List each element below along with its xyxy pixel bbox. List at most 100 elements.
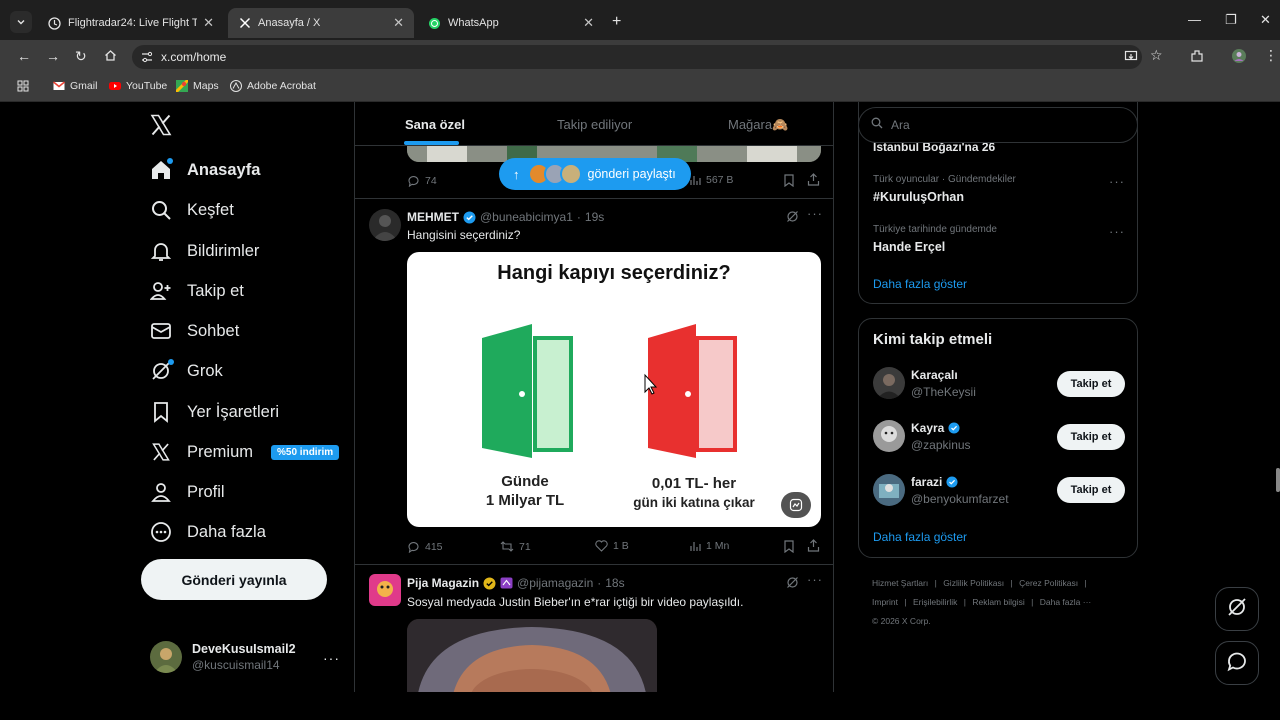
follow-button[interactable]: Takip et bbox=[1057, 371, 1125, 397]
bookmark-acrobat[interactable]: Adobe Acrobat bbox=[230, 80, 316, 92]
tab-title: Anasayfa / X bbox=[258, 17, 321, 29]
apps-grid-icon[interactable] bbox=[17, 80, 29, 92]
sidebar-item-home[interactable]: Anasayfa bbox=[149, 156, 260, 184]
grok-icon bbox=[1226, 596, 1248, 623]
post-button[interactable]: Gönderi yayınla bbox=[141, 559, 327, 600]
install-app-icon[interactable] bbox=[1124, 49, 1138, 68]
reload-icon[interactable]: ↻ bbox=[75, 48, 87, 65]
profile-avatar-icon[interactable] bbox=[1231, 48, 1247, 69]
footer-more-link[interactable]: Daha fazla ··· bbox=[1040, 597, 1092, 607]
close-tab-icon[interactable]: ✕ bbox=[583, 15, 594, 31]
site-settings-icon[interactable] bbox=[140, 50, 154, 64]
image-edit-icon[interactable] bbox=[781, 492, 811, 518]
sidebar-item-explore[interactable]: Keşfet bbox=[149, 196, 234, 224]
bookmark-tweet-icon[interactable] bbox=[783, 174, 795, 187]
grok-floating-button[interactable] bbox=[1215, 587, 1259, 631]
sidebar-item-profile[interactable]: Profil bbox=[149, 478, 225, 506]
suggestion-handle: @TheKeysii bbox=[911, 384, 976, 399]
show-more-trends-link[interactable]: Daha fazla göster bbox=[873, 277, 967, 291]
repost-button[interactable]: 71 bbox=[500, 540, 531, 553]
sidebar-item-bookmarks[interactable]: Yer İşaretleri bbox=[149, 398, 279, 426]
sidebar-item-premium[interactable]: Premium %50 indirim bbox=[149, 438, 340, 466]
tweet-time[interactable]: 18s bbox=[605, 576, 624, 590]
close-window-icon[interactable]: ✕ bbox=[1260, 12, 1271, 28]
tweet-video-thumbnail[interactable] bbox=[407, 619, 657, 692]
sidebar-item-messages[interactable]: Sohbet bbox=[149, 317, 239, 345]
minimize-icon[interactable]: — bbox=[1188, 12, 1201, 27]
extensions-icon[interactable] bbox=[1190, 49, 1204, 68]
messages-floating-button[interactable] bbox=[1215, 641, 1259, 685]
more-options-icon[interactable]: ··· bbox=[1109, 224, 1125, 239]
avatar[interactable] bbox=[369, 574, 401, 606]
footer-link[interactable]: Imprint bbox=[872, 597, 898, 607]
new-posts-pill[interactable]: ↑ gönderi paylaştı bbox=[499, 158, 691, 190]
divider bbox=[355, 198, 833, 199]
close-tab-icon[interactable]: ✕ bbox=[393, 15, 404, 31]
views-button[interactable]: 567 B bbox=[689, 174, 733, 186]
more-options-icon[interactable]: ··· bbox=[807, 572, 823, 587]
tweet-author-name[interactable]: MEHMET bbox=[407, 210, 459, 224]
bookmark-maps[interactable]: Maps bbox=[174, 78, 219, 94]
home-button-icon[interactable] bbox=[104, 49, 117, 65]
bookmark-tweet-icon[interactable] bbox=[783, 540, 795, 553]
footer-link[interactable]: Erişilebilirlik bbox=[913, 597, 957, 607]
sidebar-item-notifications[interactable]: Bildirimler bbox=[149, 237, 259, 265]
bookmark-gmail[interactable]: Gmail bbox=[52, 80, 98, 92]
tab-search-button[interactable] bbox=[10, 11, 32, 33]
tweet-author-handle[interactable]: @pijamagazin bbox=[517, 576, 593, 590]
reply-button[interactable]: 74 bbox=[407, 174, 437, 187]
new-tab-button[interactable]: + bbox=[612, 13, 621, 31]
more-options-icon[interactable]: ··· bbox=[807, 206, 823, 221]
follow-button[interactable]: Takip et bbox=[1057, 477, 1125, 503]
sidebar-item-grok[interactable]: Grok bbox=[149, 357, 223, 385]
footer-link[interactable]: Reklam bilgisi bbox=[972, 597, 1024, 607]
show-more-suggestions-link[interactable]: Daha fazla göster bbox=[873, 530, 967, 544]
back-icon[interactable]: ← bbox=[17, 48, 31, 64]
follow-button[interactable]: Takip et bbox=[1057, 424, 1125, 450]
browser-tab-whatsapp[interactable]: WhatsApp ✕ bbox=[418, 8, 604, 38]
views-button[interactable]: 1 Mn bbox=[689, 540, 729, 552]
tweet-image-card[interactable]: Hangi kapıyı seçerdiniz? Günde 1 Milyar … bbox=[407, 252, 821, 527]
address-bar[interactable] bbox=[132, 45, 1142, 69]
follow-suggestion[interactable]: farazi @benyokumfarzet bbox=[873, 474, 1009, 506]
tweet-author-handle[interactable]: @buneabicimya1 bbox=[480, 210, 573, 224]
x-logo-icon[interactable] bbox=[149, 113, 173, 142]
account-switcher[interactable]: DeveKusuIsmail2 @kuscuismail14 bbox=[150, 641, 296, 673]
search-input[interactable]: Ara bbox=[858, 107, 1138, 143]
follow-suggestion[interactable]: Kayra @zapkinus bbox=[873, 420, 971, 452]
grok-icon[interactable] bbox=[786, 210, 799, 223]
tweet-author-name[interactable]: Pija Magazin bbox=[407, 576, 479, 590]
trend-item[interactable]: Türkiye tarihinde gündemde Hande Erçel bbox=[873, 224, 997, 254]
grok-icon[interactable] bbox=[786, 576, 799, 589]
more-options-icon[interactable]: ··· bbox=[1109, 174, 1125, 189]
like-button[interactable]: 1 B bbox=[595, 540, 629, 552]
share-icon[interactable] bbox=[807, 173, 820, 186]
bookmark-label: Gmail bbox=[70, 80, 98, 92]
bookmark-star-icon[interactable]: ☆ bbox=[1150, 47, 1163, 64]
close-tab-icon[interactable]: ✕ bbox=[203, 15, 214, 31]
follow-suggestion[interactable]: Karaçalı @TheKeysii bbox=[873, 367, 976, 399]
tab-following[interactable]: Takip ediliyor bbox=[557, 117, 632, 132]
forward-icon[interactable]: → bbox=[46, 48, 60, 64]
share-icon[interactable] bbox=[807, 539, 820, 552]
reply-button[interactable]: 415 bbox=[407, 540, 443, 553]
scrollbar-thumb[interactable] bbox=[1276, 468, 1280, 492]
tab-magara[interactable]: Mağara🙈 bbox=[728, 117, 788, 133]
bookmark-youtube[interactable]: YouTube bbox=[109, 80, 167, 92]
footer-link[interactable]: Çerez Politikası bbox=[1019, 578, 1078, 588]
browser-tab-flightradar[interactable]: Flightradar24: Live Flight Tracker ✕ bbox=[38, 8, 224, 38]
browser-menu-icon[interactable]: ⋮ bbox=[1264, 47, 1278, 64]
tab-for-you[interactable]: Sana özel bbox=[405, 117, 465, 132]
restore-icon[interactable]: ❐ bbox=[1225, 12, 1237, 28]
avatar[interactable] bbox=[369, 209, 401, 241]
sidebar-item-follow[interactable]: Takip et bbox=[149, 277, 244, 305]
trend-item[interactable]: Türk oyuncular · Gündemdekiler #KuruluşO… bbox=[873, 174, 1016, 204]
tweet-header: Pija Magazin @pijamagazin · 18s bbox=[407, 576, 625, 590]
browser-tab-x[interactable]: Anasayfa / X ✕ bbox=[228, 8, 414, 38]
footer-link[interactable]: Hizmet Şartları bbox=[872, 578, 928, 588]
tweet-time[interactable]: 19s bbox=[585, 210, 604, 224]
footer-link[interactable]: Gizlilik Politikası bbox=[943, 578, 1004, 588]
sidebar-item-more[interactable]: Daha fazla bbox=[149, 518, 266, 546]
more-options-icon[interactable]: ··· bbox=[323, 650, 340, 666]
url-text[interactable]: x.com/home bbox=[161, 50, 226, 64]
